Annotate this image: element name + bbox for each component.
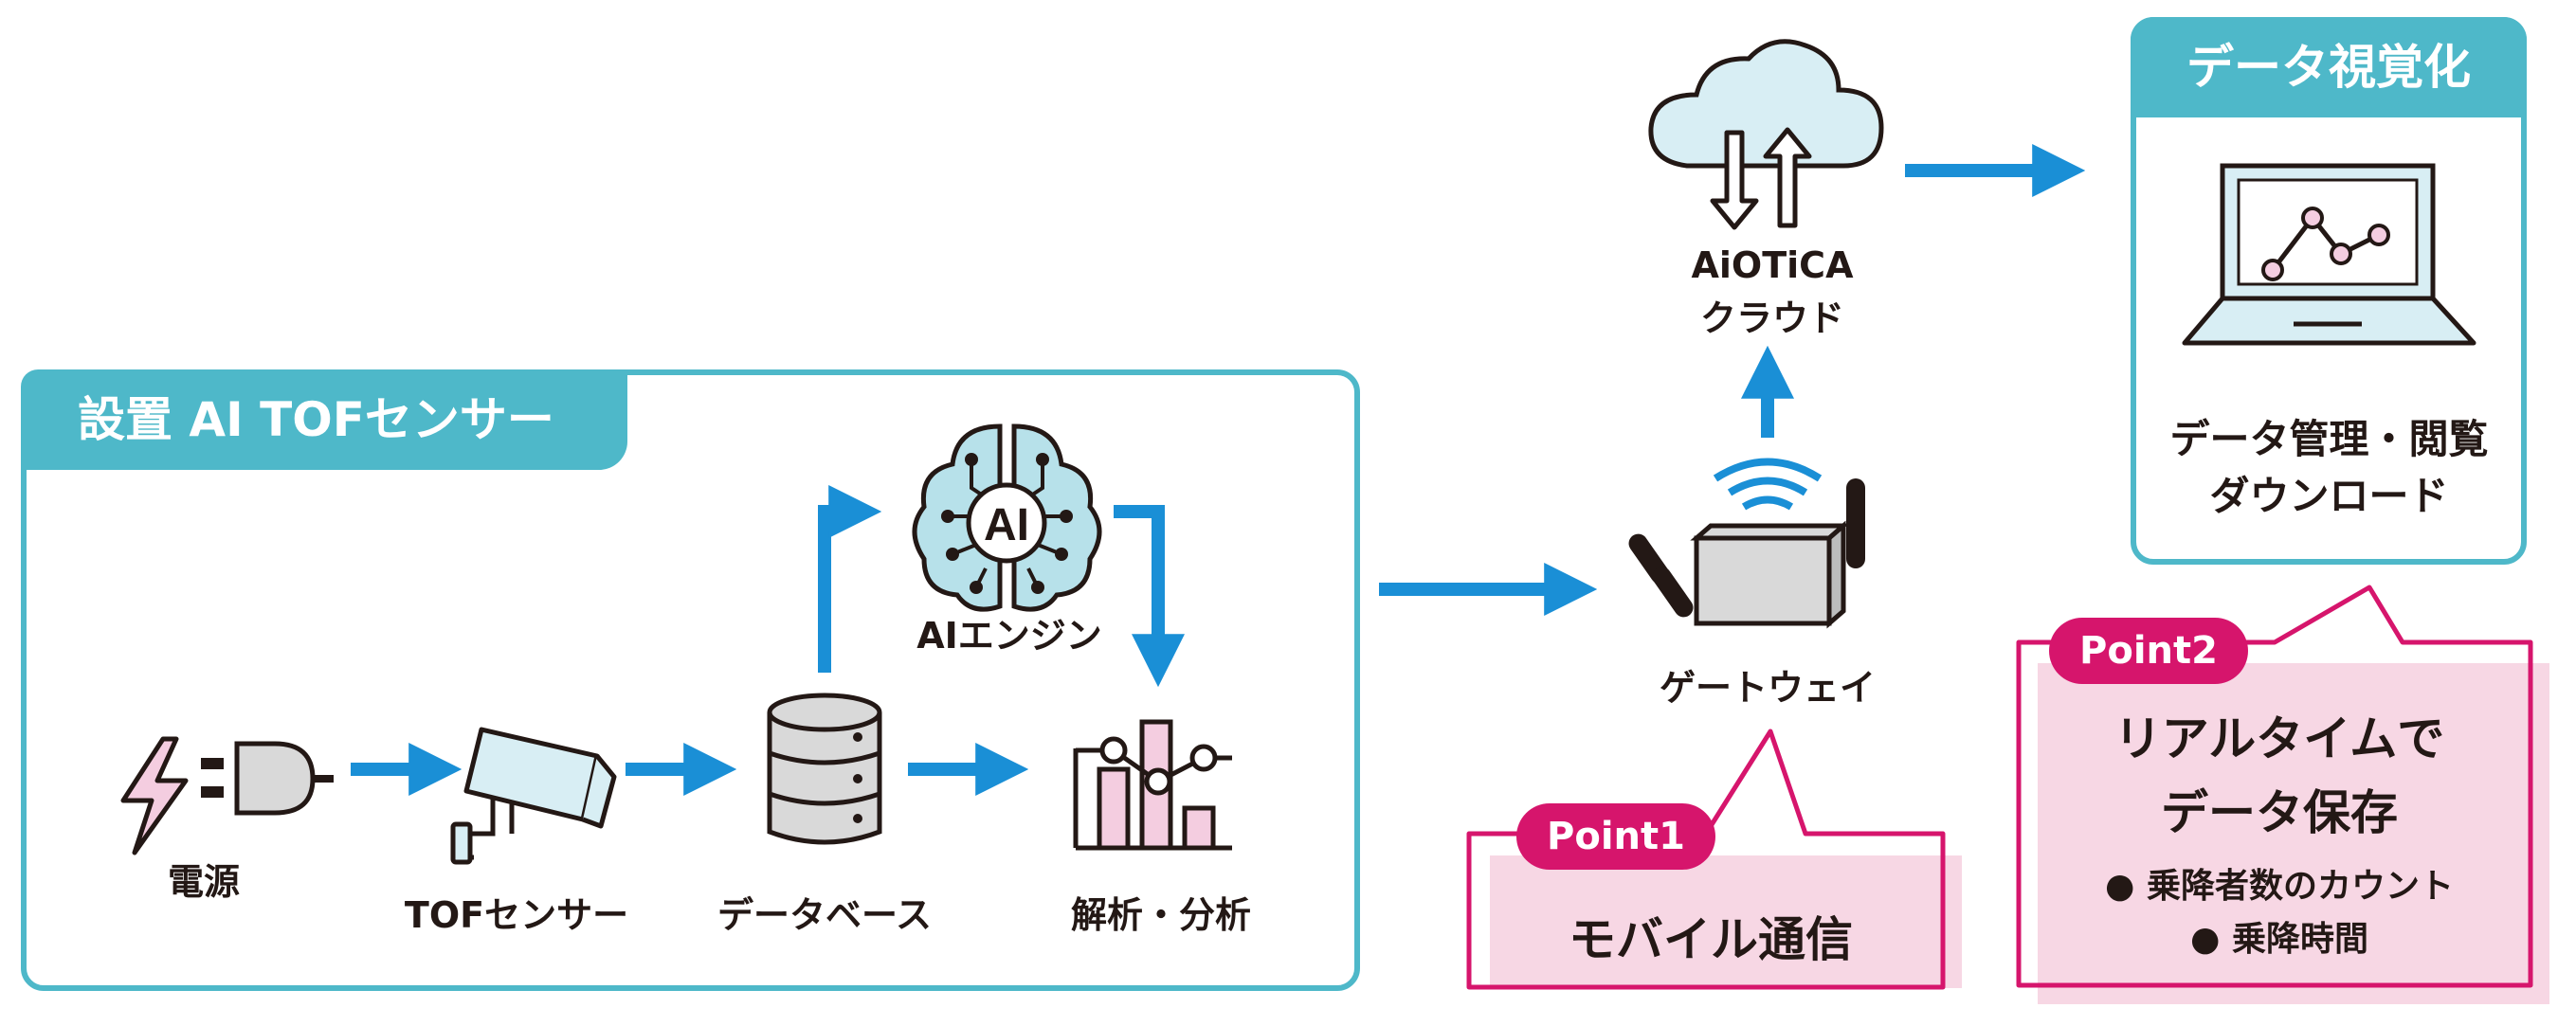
tof-camera-icon <box>450 727 617 865</box>
gateway-icon <box>1628 458 1865 629</box>
database-icon <box>767 693 882 845</box>
tof-sensor-label: TOFセンサー <box>404 894 629 936</box>
database-label: データベース <box>717 894 933 936</box>
point2-line2: データ保存 <box>2161 785 2398 840</box>
plug-icon <box>201 741 334 816</box>
point2-bullet2: ● 乗降時間 <box>2190 920 2368 959</box>
point1-text: モバイル通信 <box>1569 912 1853 967</box>
power-label: 電源 <box>167 861 240 903</box>
visualization-line2: ダウンロード <box>2209 473 2449 519</box>
point2-line1: リアルタイムで <box>2113 711 2445 766</box>
visualization-line1: データ管理・閲覧 <box>2169 416 2489 462</box>
lightning-icon <box>120 736 189 855</box>
point2-tag: Point2 <box>2049 618 2248 684</box>
laptop-icon <box>2182 163 2476 346</box>
cloud-name: AiOTiCA <box>1691 244 1854 286</box>
cloud-icon <box>1648 39 1884 230</box>
cloud-label: クラウド <box>1699 297 1844 339</box>
ai-badge-text: AI <box>984 500 1029 550</box>
ai-brain-icon: AI <box>912 423 1102 612</box>
point1-tag: Point1 <box>1516 803 1715 870</box>
analysis-chart-icon <box>1073 719 1232 851</box>
analysis-label: 解析・分析 <box>1070 894 1251 936</box>
ai-engine-label: AIエンジン <box>916 615 1102 657</box>
gateway-label: ゲートウェイ <box>1659 667 1876 709</box>
point2-bullet1: ● 乗降者数のカウント <box>2105 867 2454 906</box>
arrow-db-to-ai <box>818 485 882 673</box>
